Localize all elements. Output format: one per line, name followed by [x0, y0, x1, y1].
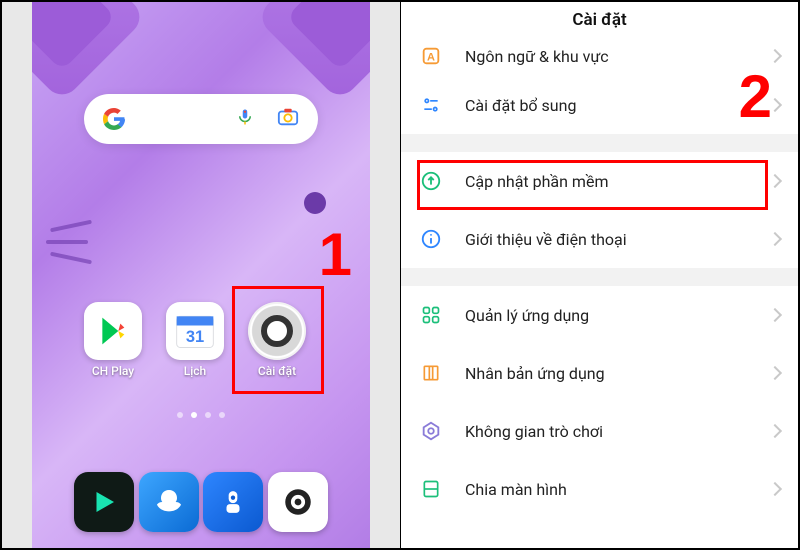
step-number-2: 2 — [739, 62, 772, 131]
tutorial-highlight-1 — [232, 286, 324, 394]
settings-row-app-clone[interactable]: Nhân bản ứng dụng — [401, 344, 798, 402]
dock — [74, 464, 328, 540]
apps-grid-icon — [419, 303, 443, 327]
app-ch-play[interactable] — [84, 302, 142, 360]
svg-text:A: A — [427, 52, 435, 64]
chevron-right-icon — [768, 482, 782, 496]
page-indicator — [32, 412, 370, 418]
chevron-right-icon — [768, 308, 782, 322]
wallpaper-cat-ear — [32, 2, 147, 102]
settings-screen: Cài đặt A Ngôn ngữ & khu vực Cài đặt bổ … — [400, 2, 798, 548]
camera-icon[interactable] — [276, 106, 300, 132]
google-logo-icon — [102, 107, 126, 131]
row-label: Ngôn ngữ & khu vực — [465, 47, 770, 66]
dock-app-3[interactable] — [203, 472, 263, 532]
game-icon — [419, 419, 443, 443]
row-label: Nhân bản ứng dụng — [465, 364, 770, 383]
google-search-bar[interactable] — [84, 94, 318, 144]
app-calendar[interactable]: 31 — [166, 302, 224, 360]
app-label: Lịch — [155, 364, 235, 378]
dock-app-2[interactable] — [139, 472, 199, 532]
step-number-1: 1 — [319, 220, 352, 289]
row-label: Giới thiệu về điện thoại — [465, 230, 770, 249]
chevron-right-icon — [768, 174, 782, 188]
row-label: Không gian trò chơi — [465, 422, 770, 441]
app-label: CH Play — [73, 364, 153, 378]
split-screen-icon — [419, 477, 443, 501]
chevron-right-icon — [768, 49, 782, 63]
row-label: Chia màn hình — [465, 480, 770, 499]
settings-row-about-phone[interactable]: Giới thiệu về điện thoại — [401, 210, 798, 268]
row-label: Cài đặt bổ sung — [465, 96, 770, 115]
home-screen: CH Play 31 Lịch Cài đặt — [2, 2, 400, 548]
wallpaper-cat-ear — [255, 2, 370, 102]
settings-row-app-manage[interactable]: Quản lý ứng dụng — [401, 286, 798, 344]
settings-row-split-screen[interactable]: Chia màn hình — [401, 460, 798, 518]
dock-app-1[interactable] — [74, 472, 134, 532]
mic-icon[interactable] — [236, 106, 254, 132]
chevron-right-icon — [768, 232, 782, 246]
svg-text:31: 31 — [186, 328, 204, 346]
row-label: Quản lý ứng dụng — [465, 306, 770, 325]
clone-icon — [419, 361, 443, 385]
tutorial-highlight-2 — [417, 160, 768, 210]
page-title: Cài đặt — [401, 2, 798, 36]
info-icon — [419, 227, 443, 251]
sliders-icon — [419, 93, 443, 117]
settings-row-game-space[interactable]: Không gian trò chơi — [401, 402, 798, 460]
dock-app-camera[interactable] — [268, 472, 328, 532]
chevron-right-icon — [768, 366, 782, 380]
language-icon: A — [419, 44, 443, 68]
chevron-right-icon — [768, 424, 782, 438]
